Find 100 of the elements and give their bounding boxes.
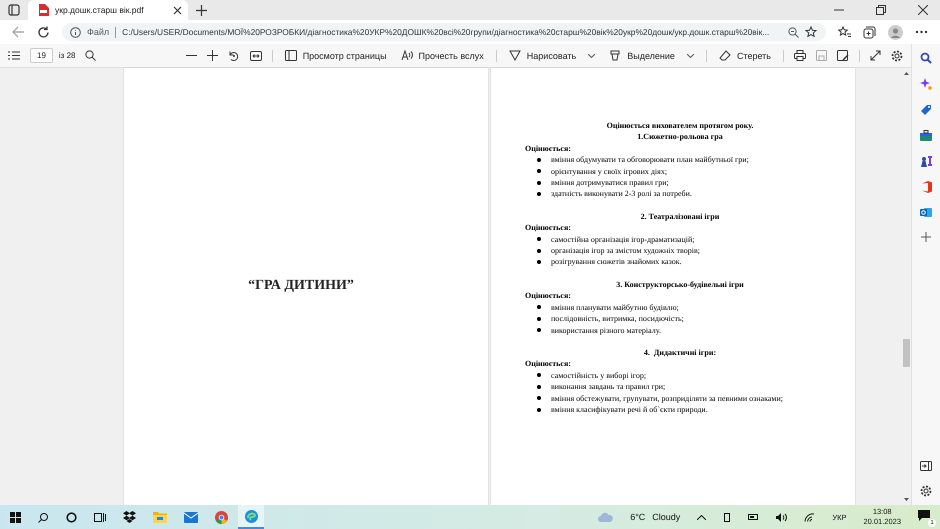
dropbox-icon[interactable] <box>123 511 136 523</box>
favorites-icon[interactable] <box>838 26 851 38</box>
fit-page-icon[interactable] <box>250 50 262 60</box>
list-item: вміння дотримуватися правил гри; <box>551 177 669 188</box>
tab-title: укр.дошк.старш вік.pdf <box>55 5 145 15</box>
bullet-icon <box>537 396 541 400</box>
sidebar-toggle-icon[interactable] <box>920 461 932 471</box>
bullet-icon <box>537 260 541 264</box>
view-button[interactable]: Просмотр страницы <box>282 50 389 61</box>
mail-icon[interactable] <box>184 512 198 522</box>
address-field[interactable]: Файл C:/Users/USER/Documents/МОЇ%20РОЗРОБКИ/діагностика%20УКР%20ДОШК%20всі%20групи/діагностика%20старш%20вік%20укр%20дошк/укр.дошк.старш%20вік... <box>62 23 826 41</box>
zoom-in-icon[interactable] <box>206 50 218 61</box>
section-title: 2. Театралізовані ігри <box>640 210 720 222</box>
page-count: із 28 <box>58 51 76 60</box>
tab-actions-icon[interactable] <box>8 4 20 16</box>
list-item: вміння планувати майбутню будівлю; <box>551 302 679 314</box>
page-title: “ГРА ДИТИНИ” <box>248 278 354 294</box>
page-number-field[interactable]: 19 <box>30 48 53 63</box>
save-as-icon[interactable] <box>837 50 849 61</box>
notification-icon <box>918 510 930 521</box>
section-title: 4. Дидактичні ігри: <box>642 346 718 358</box>
list-item: використання різного матеріалу. <box>551 324 661 336</box>
cortana-circle-icon[interactable] <box>66 512 77 522</box>
close-icon[interactable] <box>173 6 182 14</box>
bullet-icon <box>537 373 541 378</box>
new-tab-icon[interactable] <box>196 4 207 16</box>
weather-text: Cloudy <box>652 512 680 522</box>
scrollbar-thumb[interactable] <box>903 339 910 367</box>
info-icon <box>70 26 81 38</box>
office-icon[interactable] <box>920 181 932 193</box>
caret-icon <box>588 54 596 58</box>
bullet-icon <box>537 158 541 162</box>
settings-icon[interactable] <box>891 50 903 62</box>
bullet-icon <box>537 408 541 412</box>
bullet-icon <box>537 237 541 242</box>
pdf-icon <box>38 4 49 16</box>
contents-icon[interactable] <box>8 51 20 60</box>
read-button[interactable]: Прочесть вслух <box>398 50 486 61</box>
settings-icon[interactable] <box>920 485 932 497</box>
erase-button[interactable]: Стереть <box>716 50 773 61</box>
bullet-icon <box>537 192 541 196</box>
scroll-up-icon[interactable] <box>904 72 909 75</box>
add-icon[interactable] <box>921 232 931 242</box>
search-icon[interactable] <box>38 512 49 522</box>
list-item: орієнтування у своїх ігрових діях; <box>551 166 668 178</box>
zoom-icon[interactable] <box>788 26 799 38</box>
wifi-icon[interactable] <box>804 512 816 522</box>
highlight-button[interactable]: Выделение <box>607 50 696 61</box>
sparkle-icon[interactable] <box>920 78 932 90</box>
document-heading: Оцінюється вихователем протягом року. <box>606 120 754 132</box>
rotate-icon[interactable] <box>228 50 240 62</box>
print-icon[interactable] <box>794 50 806 61</box>
temperature-text: 6°C <box>630 512 646 522</box>
bullet-icon <box>537 328 541 332</box>
fullscreen-icon[interactable] <box>870 50 881 61</box>
list-item: вміння обдумувати та обговорювати план майбутньої гри; <box>551 154 749 166</box>
battery-icon[interactable] <box>748 514 760 520</box>
more-icon[interactable] <box>915 30 928 34</box>
list-item: вміння класифікувати речі й об`єкти природи. <box>551 404 708 416</box>
edge-app-button[interactable] <box>238 505 264 529</box>
chevron-up-icon[interactable] <box>697 514 706 520</box>
task-view-icon[interactable] <box>94 512 106 522</box>
pen-icon <box>508 50 521 61</box>
scroll-down-icon[interactable] <box>904 498 909 501</box>
caret-icon <box>686 54 694 58</box>
browser-tab[interactable]: укр.дошк.старш вік.pdf <box>28 0 188 20</box>
chrome-icon[interactable] <box>215 510 228 524</box>
refresh-icon[interactable] <box>37 26 50 38</box>
profile-avatar-icon[interactable] <box>888 24 903 40</box>
folder-icon[interactable] <box>153 511 167 523</box>
tag-icon[interactable] <box>920 104 932 116</box>
section-title: 1.Сюжетно-рольова гра <box>636 131 724 143</box>
bullet-icon <box>537 316 541 321</box>
list-item: організація ігор за змістом художніх творів; <box>551 245 700 256</box>
search-icon[interactable] <box>85 50 96 61</box>
favorite-star-icon[interactable] <box>805 26 818 38</box>
speaker-icon[interactable] <box>776 512 788 522</box>
list-item: послідовність, витримка, посидючість; <box>551 313 684 324</box>
search-icon[interactable] <box>920 52 932 64</box>
list-item: виконання завдань та правил гри; <box>551 381 666 393</box>
section-label: Оцінюється: <box>525 290 572 302</box>
bullet-icon <box>537 384 541 389</box>
section-title: 3. Конструкторсько-будівельні ігри <box>615 278 745 290</box>
bullet-icon <box>537 305 541 310</box>
eraser-icon <box>718 50 731 61</box>
list-item: здатність виконувати 2-3 ролі за потреби. <box>551 188 692 200</box>
mail-icon[interactable] <box>920 207 932 218</box>
start-icon[interactable] <box>10 512 21 522</box>
device-icon[interactable] <box>723 512 732 522</box>
restore-icon[interactable] <box>876 5 886 15</box>
draw-button[interactable]: Нарисовать <box>506 50 598 61</box>
briefcase-icon[interactable] <box>920 130 932 141</box>
read-aloud-icon <box>400 50 413 61</box>
bullet-icon <box>537 169 541 174</box>
page-view-icon <box>284 50 297 61</box>
list-item: самостійна організація ігор-драматизацій; <box>551 234 695 246</box>
close-icon[interactable] <box>918 5 928 15</box>
collections-icon[interactable] <box>863 26 876 38</box>
bullet-icon <box>537 180 541 185</box>
list-item: вміння обстежувати, групувати, розприділяти за певними ознаками; <box>551 392 783 404</box>
